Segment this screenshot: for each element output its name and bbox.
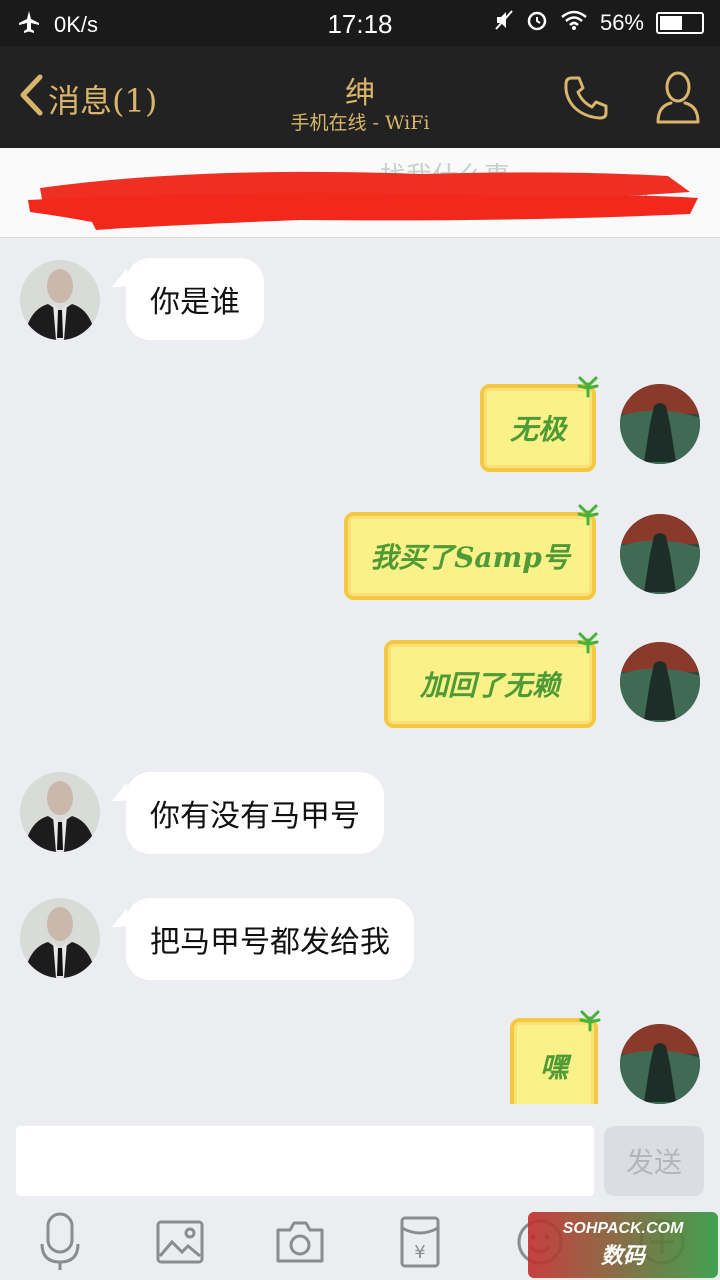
watermark-line2: 数码 (600, 1243, 645, 1268)
leaf-decoration-icon (576, 372, 600, 405)
contact-avatar[interactable] (20, 898, 100, 978)
status-bar: 0K/s 17:18 56% (0, 0, 720, 46)
contact-avatar[interactable] (20, 772, 100, 852)
wifi-icon (560, 9, 588, 37)
contact-avatar[interactable] (20, 260, 100, 340)
message-list[interactable]: 你是谁 无极 我买了Samp号 加回了无赖 你有没有马甲号 把马甲号都发给我 嘿 (0, 238, 720, 1104)
incoming-message-bubble[interactable]: 把马甲号都发给我 (126, 898, 414, 980)
person-icon (656, 71, 700, 124)
image-icon[interactable] (156, 1220, 204, 1268)
battery-percent: 56% (599, 10, 644, 35)
chat-header: 消息(1) 绅 手机在线 - WiFi (0, 46, 720, 148)
message-input[interactable] (16, 1126, 594, 1196)
mute-icon (494, 9, 514, 37)
microphone-icon[interactable] (40, 1212, 80, 1276)
contact-name: 绅 (345, 76, 375, 111)
red-packet-icon[interactable]: ¥ (400, 1216, 440, 1272)
outgoing-sticker-bubble[interactable]: 嘿 (510, 1010, 601, 1104)
battery-icon (656, 12, 704, 34)
leaf-decoration-icon (576, 628, 600, 661)
message-text: 加回了无赖 (419, 669, 560, 702)
message-text: 把马甲号都发给我 (150, 925, 390, 960)
svg-text:¥: ¥ (414, 1242, 425, 1263)
leaf-decoration-icon (576, 500, 600, 533)
contact-profile-button[interactable] (654, 70, 702, 128)
outgoing-sticker-bubble[interactable]: 无极 (480, 376, 599, 472)
my-avatar[interactable] (620, 384, 700, 464)
alarm-icon (526, 9, 548, 37)
my-avatar[interactable] (620, 1024, 700, 1104)
message-text: 嘿 (539, 1051, 568, 1084)
phone-icon (564, 76, 608, 120)
incoming-message-bubble[interactable]: 你有没有马甲号 (126, 772, 384, 854)
send-button[interactable]: 发送 (604, 1126, 704, 1196)
message-text: 你是谁 (150, 285, 240, 320)
message-text: 无极 (509, 413, 566, 446)
redaction-scribble (28, 171, 698, 230)
outgoing-sticker-bubble[interactable]: 加回了无赖 (384, 632, 599, 728)
site-watermark: SOHPACK.COM 数码 (528, 1212, 718, 1278)
watermark-line1: SOHPACK.COM (562, 1220, 684, 1237)
message-text: 你有没有马甲号 (150, 799, 360, 834)
contact-status: 手机在线 - WiFi (290, 112, 430, 134)
camera-icon[interactable] (274, 1220, 326, 1268)
message-text: 我买了Samp号 (370, 541, 570, 574)
notice-banner[interactable]: 找我什么事 查看 (0, 148, 720, 238)
incoming-message-bubble[interactable]: 你是谁 (126, 258, 264, 340)
phone-call-button[interactable] (562, 74, 610, 126)
my-avatar[interactable] (620, 642, 700, 722)
leaf-decoration-icon (578, 1006, 602, 1039)
outgoing-sticker-bubble[interactable]: 我买了Samp号 (344, 504, 599, 600)
my-avatar[interactable] (620, 514, 700, 594)
